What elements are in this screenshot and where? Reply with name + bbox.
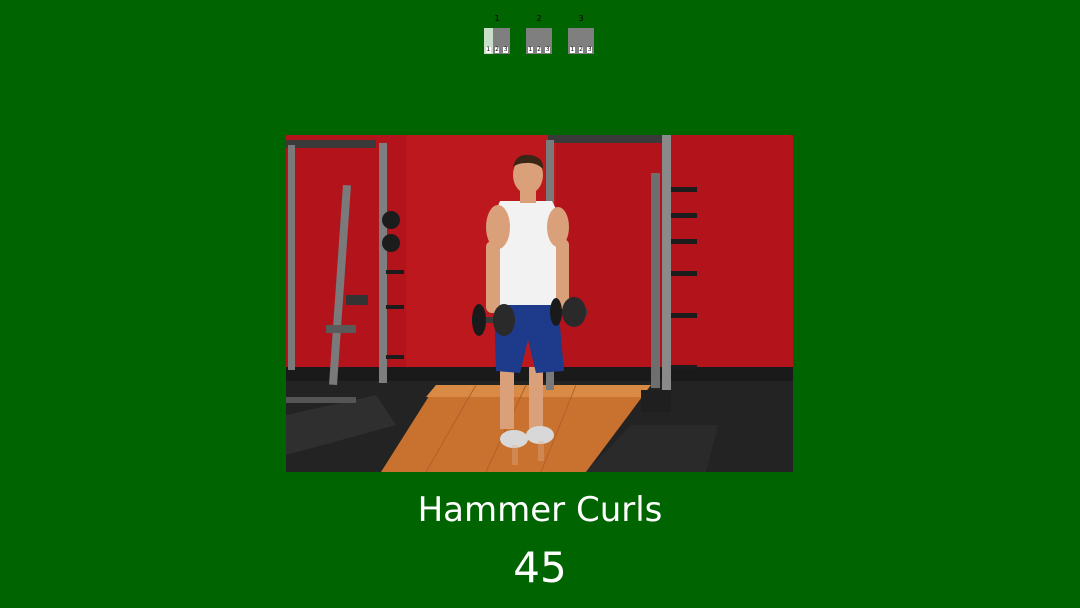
set-number: 2 [536, 14, 542, 23]
rep-marker: 1 [569, 46, 575, 53]
rep-marker: 2 [536, 46, 542, 53]
set-rep-markers: 1 2 3 [526, 47, 552, 53]
rep-marker: 3 [545, 46, 551, 53]
set-progress-box: 1 2 3 [484, 28, 510, 54]
exercise-title: Hammer Curls [417, 490, 663, 530]
rep-marker: 1 [485, 46, 491, 53]
rep-marker: 2 [578, 46, 584, 53]
exercise-counter: 45 [513, 543, 567, 592]
rep-marker: 3 [587, 46, 593, 53]
set-indicator-3[interactable]: 3 1 2 3 [568, 14, 594, 54]
set-progress-box: 1 2 3 [526, 28, 552, 54]
exercise-demo-image [286, 135, 793, 472]
set-number: 1 [494, 14, 500, 23]
workout-screen: 1 1 2 3 2 1 2 3 3 1 2 3 Hammer Curls 45 [0, 0, 1080, 608]
set-number: 3 [578, 14, 584, 23]
set-indicator-2[interactable]: 2 1 2 3 [526, 14, 552, 54]
set-progress-box: 1 2 3 [568, 28, 594, 54]
set-indicator-1[interactable]: 1 1 2 3 [484, 14, 510, 54]
set-rep-markers: 1 2 3 [568, 47, 594, 53]
set-indicators: 1 1 2 3 2 1 2 3 3 1 2 3 [484, 14, 594, 54]
rep-marker: 1 [527, 46, 533, 53]
rep-marker: 2 [494, 46, 500, 53]
set-rep-markers: 1 2 3 [484, 47, 510, 53]
rep-marker: 3 [503, 46, 509, 53]
